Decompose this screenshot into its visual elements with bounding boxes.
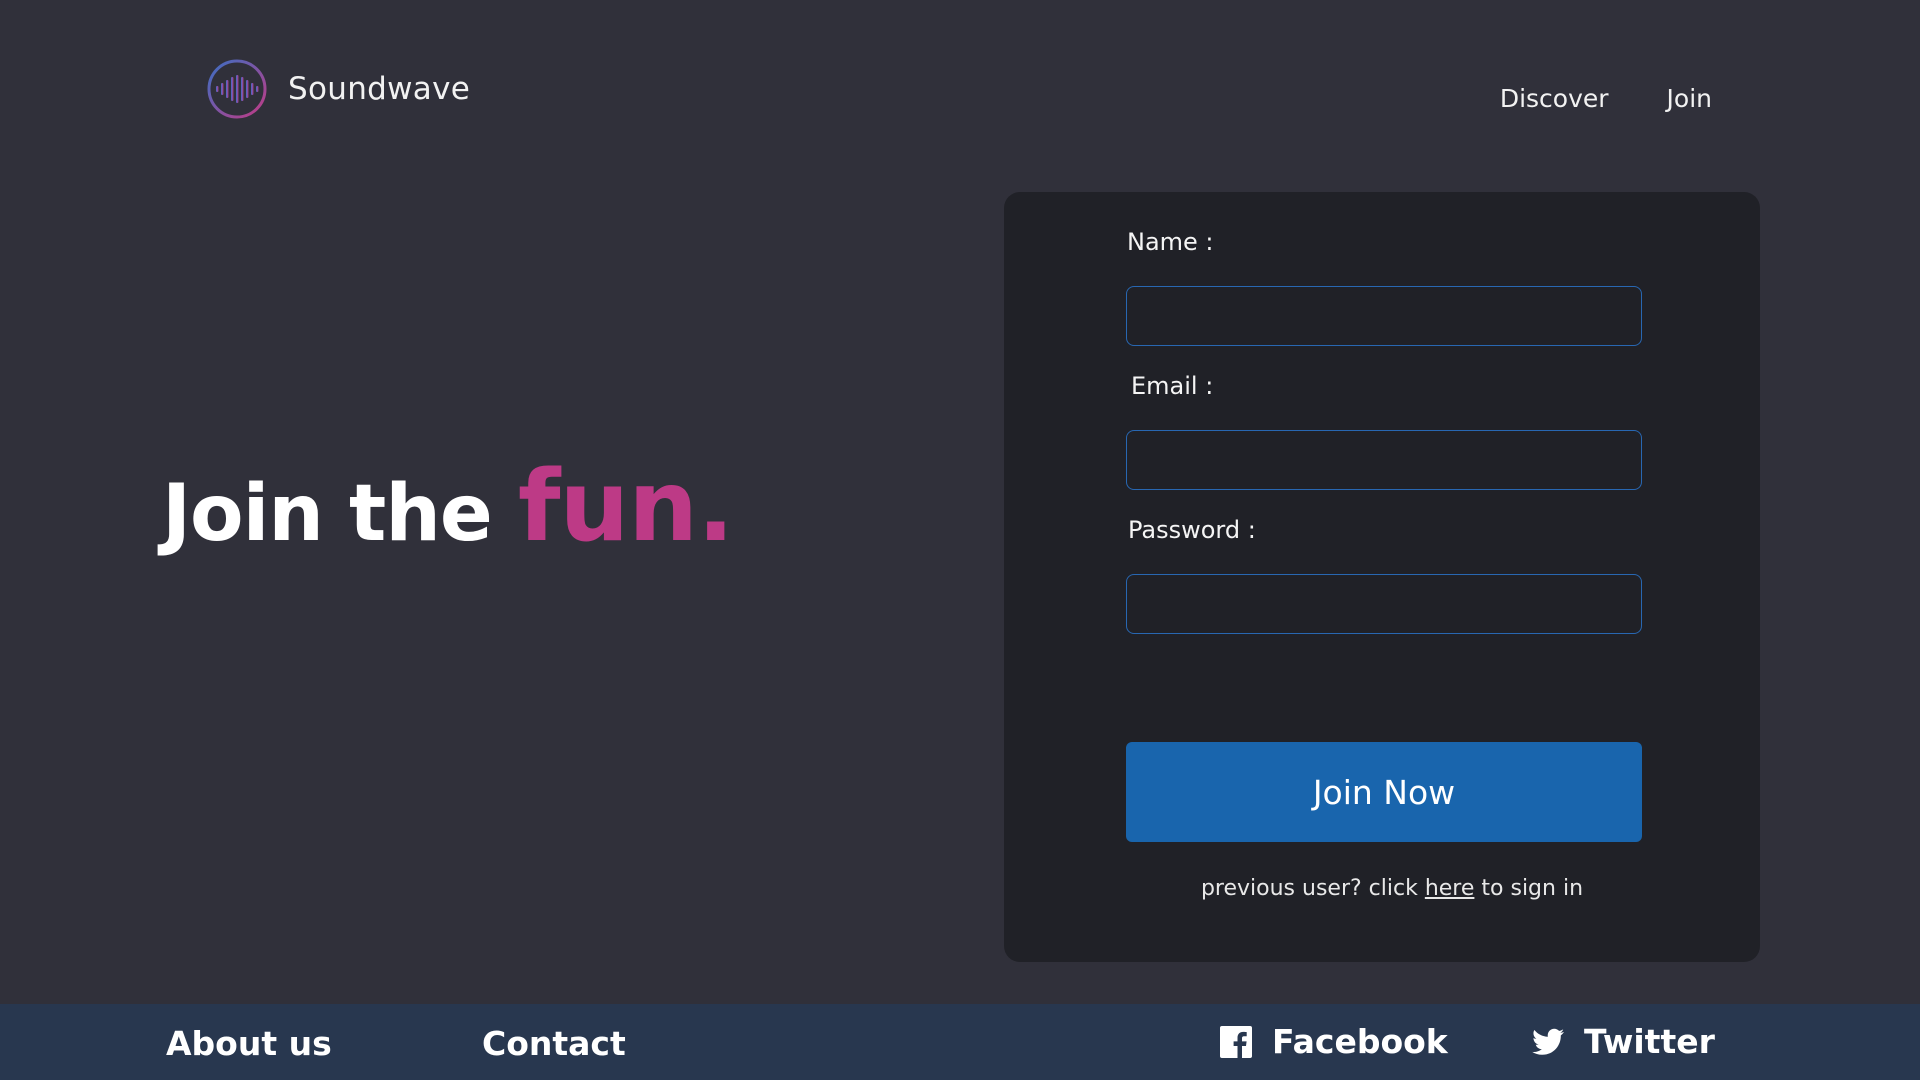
brand-logo[interactable]: Soundwave [206,58,470,120]
facebook-label: Facebook [1272,1022,1448,1061]
join-form: Name : Email : Password : Join Now previ… [1004,192,1760,962]
join-now-button[interactable]: Join Now [1126,742,1642,842]
nav-join[interactable]: Join [1667,84,1712,113]
name-field[interactable] [1126,286,1642,346]
signin-prefix: previous user? click [1200,876,1418,901]
hero-heading: Join the fun. [162,453,734,562]
twitter-link[interactable]: Twitter [1532,1022,1715,1061]
signin-link[interactable]: here [1425,876,1475,901]
hero-accent: fun. [517,450,734,564]
hero-text: Join the [162,469,493,559]
twitter-label: Twitter [1584,1022,1715,1061]
twitter-icon [1532,1028,1564,1055]
footer: About us Contact Facebook Twitter [0,1004,1920,1080]
password-field[interactable] [1126,574,1642,634]
nav-discover[interactable]: Discover [1500,84,1609,113]
join-page: Soundwave Discover Join Join the fun. Na… [0,0,1920,1080]
footer-about-link[interactable]: About us [166,1024,332,1063]
top-nav: Discover Join [1500,84,1712,113]
signin-prompt: previous user? click here to sign in [1004,876,1760,901]
facebook-link[interactable]: Facebook [1220,1022,1448,1061]
email-field[interactable] [1126,430,1642,490]
signin-suffix: to sign in [1481,876,1584,901]
brand-name: Soundwave [288,71,471,107]
soundwave-logo-icon [207,59,267,119]
password-label: Password : [1128,516,1256,544]
email-label: Email : [1131,372,1214,400]
name-label: Name : [1127,228,1214,256]
facebook-icon [1220,1025,1252,1058]
footer-contact-link[interactable]: Contact [482,1024,626,1063]
